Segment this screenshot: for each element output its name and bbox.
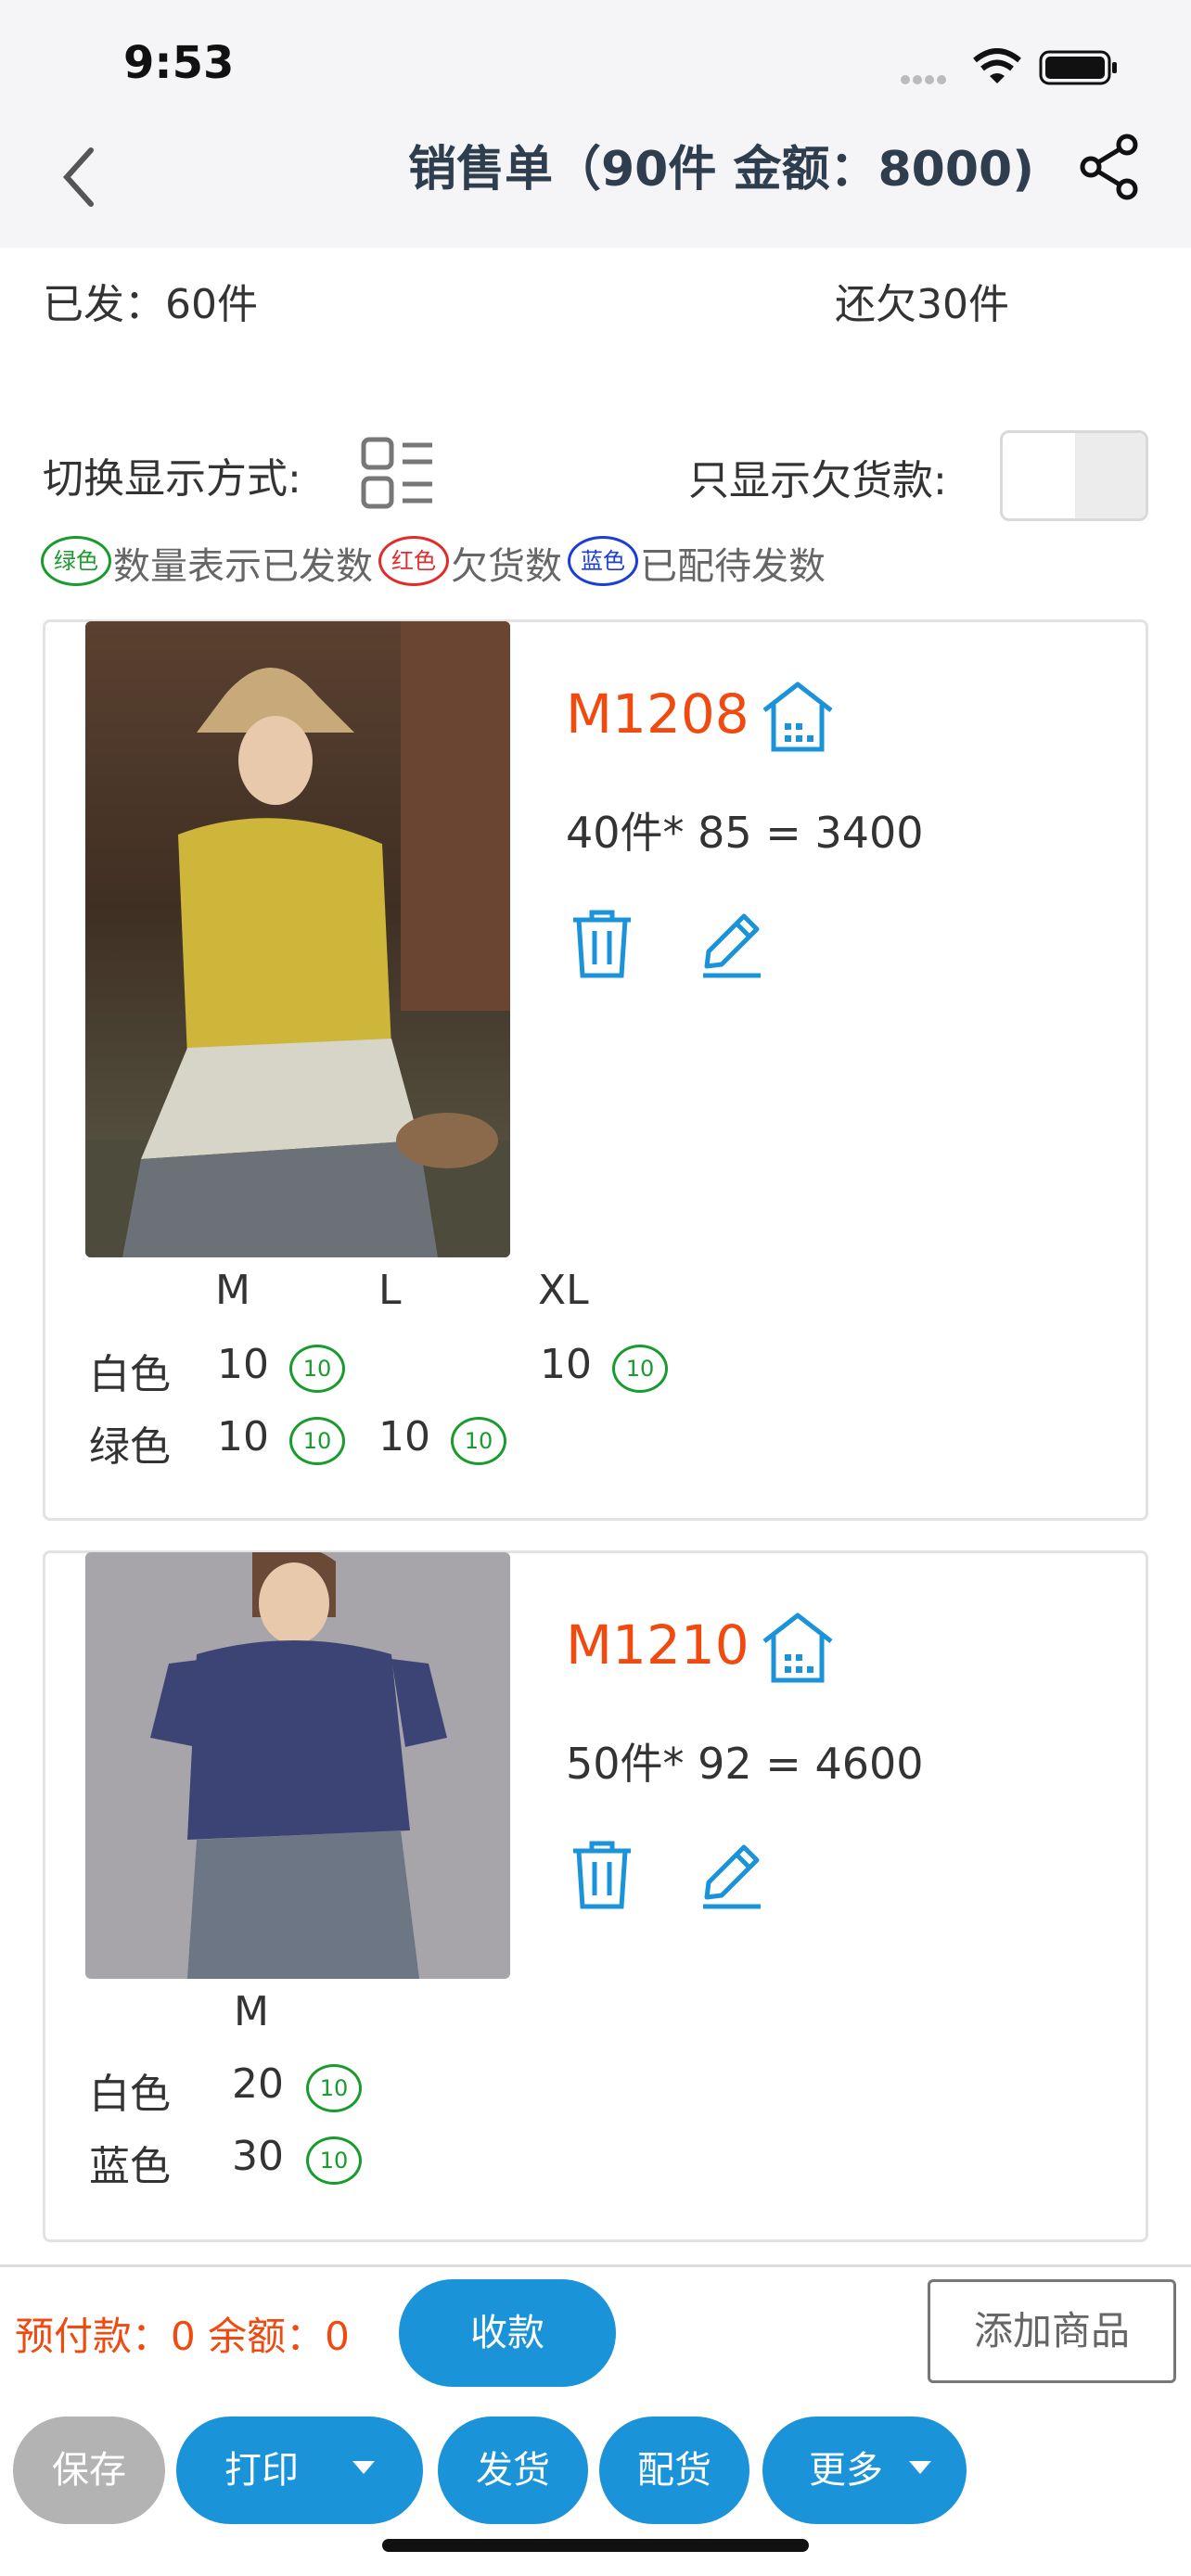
print-button-label: 打印	[224, 2449, 299, 2492]
warehouse-icon[interactable]	[759, 677, 837, 759]
size-header: M	[234, 1988, 269, 2035]
edit-icon[interactable]	[699, 1840, 764, 1914]
legend-red-tag: 红色	[378, 536, 449, 586]
color-label: 蓝色	[89, 2143, 171, 2190]
save-button[interactable]: 保存	[13, 2417, 165, 2524]
shipped-badge: 10	[306, 2064, 362, 2112]
price-calculation: 50件* 92 = 4600	[566, 1739, 924, 1789]
chevron-down-icon	[352, 2461, 375, 2474]
owed-only-label: 只显示欠货款:	[688, 457, 947, 504]
prepay-balance: 预付款：0 余额：0	[15, 2314, 350, 2359]
wifi-icon	[972, 48, 1022, 89]
shipped-badge: 10	[289, 1345, 345, 1393]
qty-cell: 10	[217, 1413, 269, 1460]
product-code: M1210	[566, 1613, 749, 1677]
owed-only-switch[interactable]	[1000, 430, 1148, 521]
qty-cell: 10	[217, 1341, 269, 1388]
chevron-down-icon	[909, 2461, 931, 2474]
footer-divider	[0, 2264, 1191, 2267]
home-indicator	[382, 2539, 809, 2552]
layout-toggle-icon[interactable]	[360, 436, 436, 516]
back-icon[interactable]	[59, 147, 96, 211]
delete-icon[interactable]	[570, 1840, 634, 1914]
collect-payment-button[interactable]: 收款	[399, 2279, 616, 2387]
legend-red-text: 欠货数	[451, 545, 562, 588]
print-button[interactable]: 打印	[176, 2417, 423, 2524]
add-product-button[interactable]: 添加商品	[928, 2279, 1176, 2383]
legend-green-tag: 绿色	[41, 536, 111, 586]
product-code: M1208	[566, 682, 749, 746]
price-calculation: 40件* 85 = 3400	[566, 808, 924, 858]
legend-blue-tag: 蓝色	[568, 536, 638, 586]
color-label: 白色	[89, 1351, 171, 1398]
warehouse-icon[interactable]	[759, 1608, 837, 1690]
delete-icon[interactable]	[570, 909, 634, 983]
edit-icon[interactable]	[699, 909, 764, 983]
shipped-count: 已发：60件	[43, 281, 258, 328]
qty-cell: 30	[232, 2133, 284, 2180]
switch-display-label: 切换显示方式:	[43, 455, 301, 503]
signal-icon	[900, 72, 955, 91]
shipped-badge: 10	[612, 1345, 668, 1393]
more-button[interactable]: 更多	[762, 2417, 967, 2524]
shipped-badge: 10	[306, 2136, 362, 2185]
shipped-badge: 10	[451, 1417, 506, 1465]
owed-count: 还欠30件	[835, 281, 1009, 328]
qty-cell: 10	[378, 1413, 430, 1460]
product-photo[interactable]	[85, 1552, 510, 1979]
legend-blue-text: 已配待发数	[640, 545, 826, 588]
qty-cell: 20	[232, 2060, 284, 2108]
shipped-badge: 10	[289, 1417, 345, 1465]
size-header: L	[378, 1267, 402, 1314]
status-bar: 9:53	[0, 0, 1191, 130]
switch-off-half	[1075, 433, 1146, 518]
color-label: 白色	[89, 2071, 171, 2118]
color-label: 绿色	[89, 1423, 171, 1471]
page-title: 销售单（90件 金额：8000)	[408, 142, 1034, 198]
legend-green-text: 数量表示已发数	[113, 545, 373, 588]
status-time: 9:53	[123, 37, 235, 89]
more-button-label: 更多	[809, 2449, 883, 2492]
allocate-button[interactable]: 配货	[599, 2417, 749, 2524]
size-header: XL	[538, 1267, 589, 1314]
share-icon[interactable]	[1080, 134, 1141, 204]
qty-cell: 10	[540, 1341, 592, 1388]
battery-icon	[1039, 50, 1119, 89]
size-header: M	[215, 1267, 250, 1314]
ship-button[interactable]: 发货	[438, 2417, 588, 2524]
product-photo[interactable]	[85, 621, 510, 1257]
